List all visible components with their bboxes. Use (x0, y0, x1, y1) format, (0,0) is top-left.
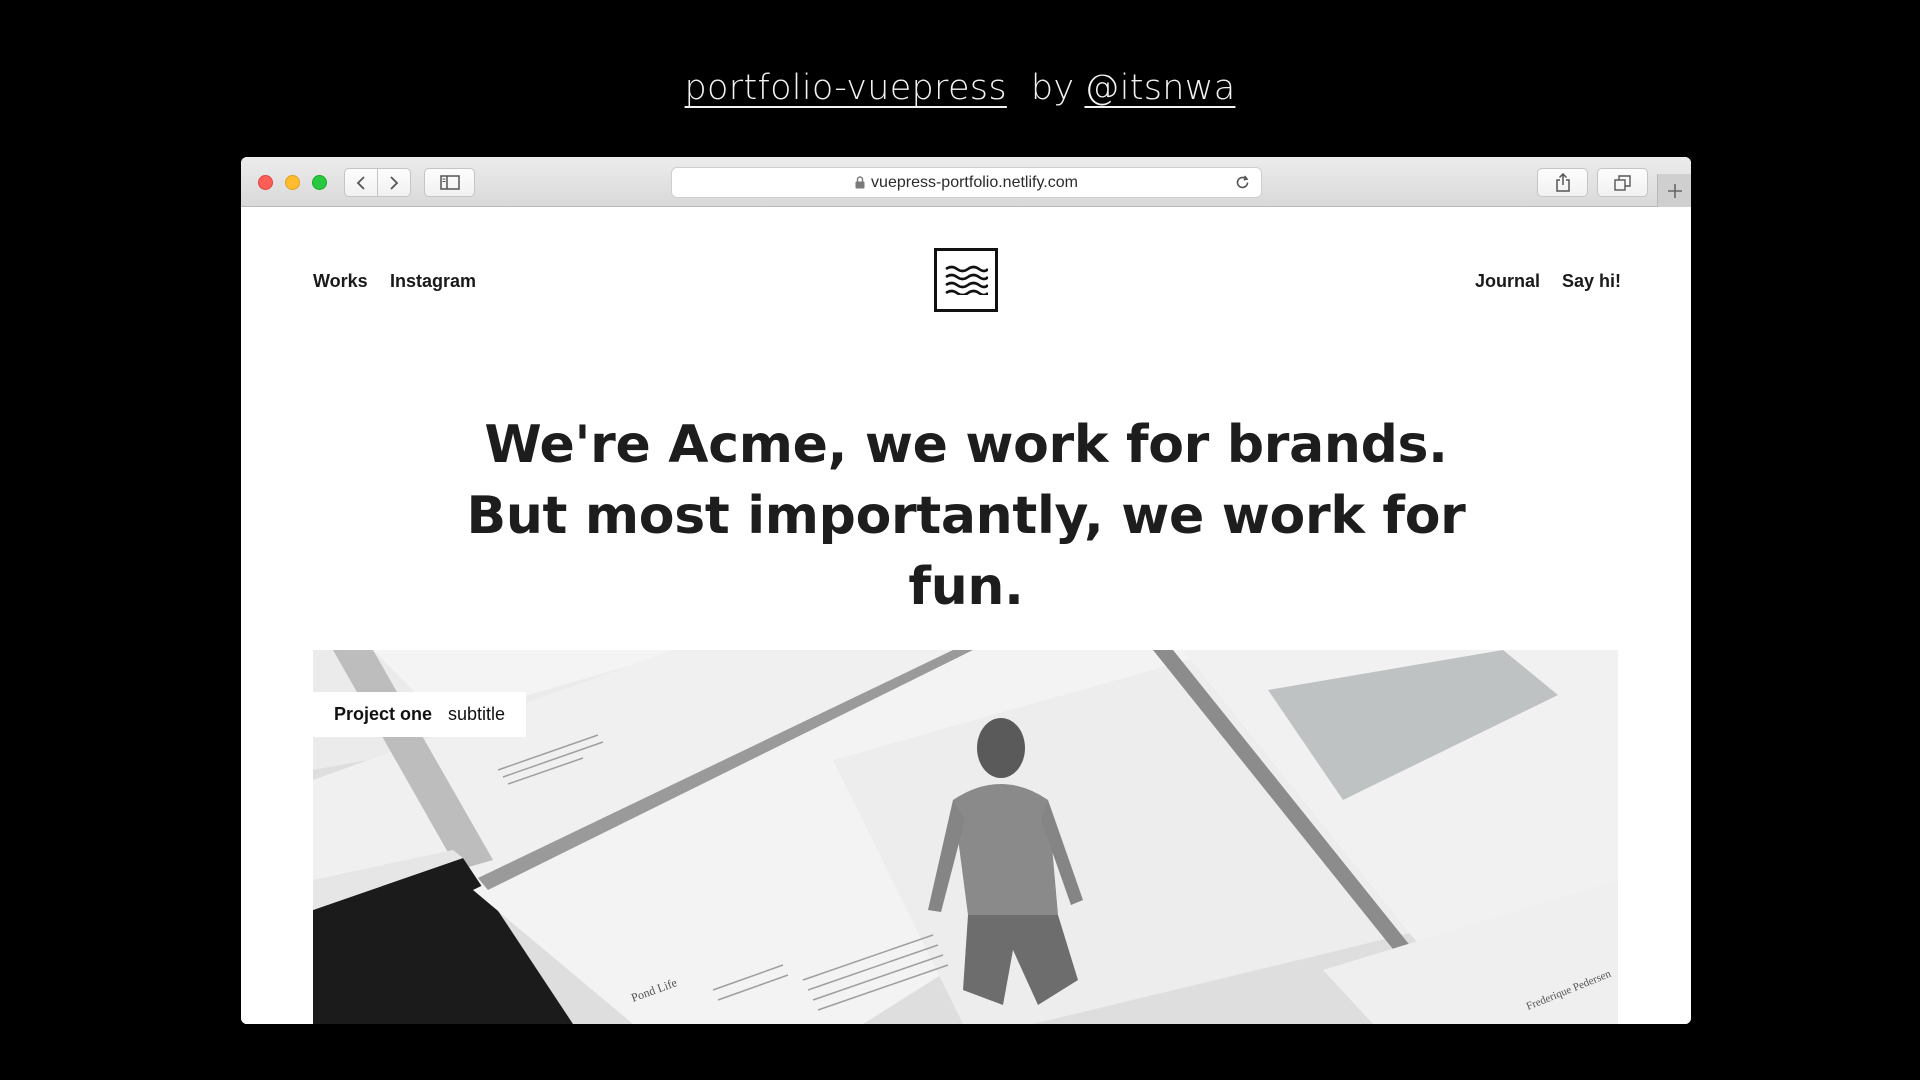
sidebar-icon (439, 175, 460, 190)
maximize-window-button[interactable] (312, 175, 327, 190)
plus-icon (1667, 183, 1682, 198)
author-link[interactable]: @itsnwa (1084, 68, 1235, 108)
url-text: vuepress-portfolio.netlify.com (871, 173, 1078, 191)
new-tab-button[interactable] (1657, 174, 1691, 207)
project-subtitle: subtitle (448, 704, 506, 724)
back-button[interactable] (344, 168, 378, 197)
lock-icon (855, 176, 865, 189)
show-tabs-button[interactable] (1597, 168, 1648, 197)
sidebar-toggle-button[interactable] (424, 168, 475, 197)
site-logo[interactable] (934, 248, 998, 312)
minimize-window-button[interactable] (285, 175, 300, 190)
tabs-overview-icon (1614, 174, 1631, 191)
waves-logo-icon (945, 265, 988, 295)
nav-works-link[interactable]: Works (313, 271, 368, 292)
web-page: Works Instagram Journal Say hi! We're Ac… (241, 207, 1691, 1024)
project-card[interactable]: Pond Life Frederique Pedersen Project on… (313, 650, 1618, 1024)
nav-say-hi-link[interactable]: Say hi! (1562, 271, 1621, 292)
forward-button[interactable] (377, 168, 411, 197)
hero-heading: We're Acme, we work for brands. But most… (441, 410, 1491, 623)
close-window-button[interactable] (258, 175, 273, 190)
chevron-left-icon (356, 175, 365, 190)
hero-bold-text: We're Acme (484, 415, 828, 475)
nav-instagram-link[interactable]: Instagram (390, 271, 476, 292)
share-icon (1555, 173, 1570, 192)
share-button[interactable] (1537, 168, 1588, 197)
browser-toolbar: vuepress-portfolio.netlify.com (241, 157, 1691, 207)
project-label: Project one subtitle (313, 692, 527, 737)
repo-link[interactable]: portfolio-vuepress (685, 68, 1007, 108)
project-title: Project one (334, 704, 433, 724)
chevron-right-icon (390, 175, 399, 190)
browser-window: vuepress-portfolio.netlify.com Works Ins… (241, 157, 1691, 1024)
nav-journal-link[interactable]: Journal (1475, 271, 1540, 292)
caption-by: by (1030, 68, 1075, 108)
page-caption: portfolio-vuepress by @itsnwa (0, 68, 1920, 108)
reload-icon[interactable] (1234, 174, 1251, 191)
address-bar[interactable]: vuepress-portfolio.netlify.com (671, 167, 1262, 198)
